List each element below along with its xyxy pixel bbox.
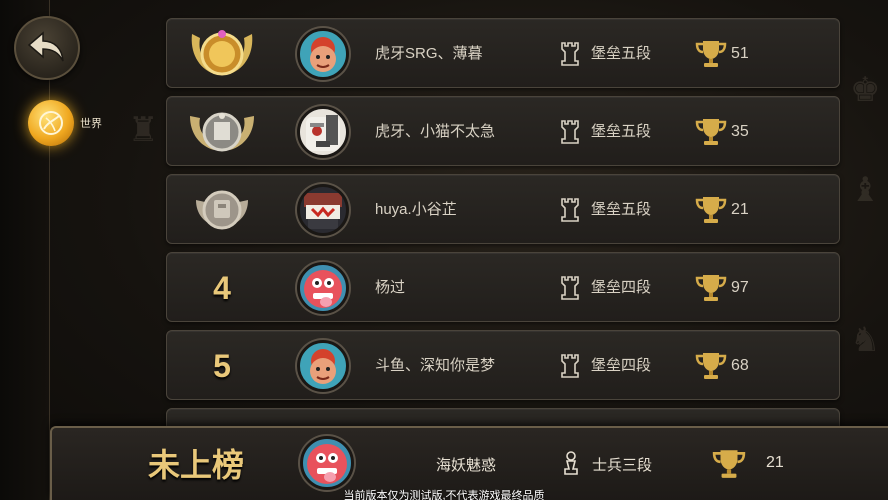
gold-winged-medal-icon: [191, 30, 253, 76]
rank-cell: 4: [167, 253, 277, 323]
rank-medal-gold: [167, 19, 277, 89]
test-version-notice: 当前版本仅为测试版,不代表游戏最终品质: [343, 490, 545, 500]
back-button[interactable]: [14, 16, 80, 80]
tab-world[interactable]: 世界: [28, 100, 102, 146]
trophy-count: 21: [731, 201, 749, 218]
rank-number: 4: [213, 269, 231, 306]
background-chess-icon: ♚: [850, 71, 881, 109]
player-name: 杨过: [375, 279, 406, 296]
bronze-medal-icon: [196, 190, 248, 230]
tab-world-label: 世界: [80, 118, 102, 130]
tier-label: 堡垒五段: [591, 123, 652, 140]
trophy-count: 51: [731, 45, 749, 62]
player-name: 虎牙、小猫不太急: [375, 123, 496, 140]
leaderboard-row[interactable]: 4 杨过 堡垒四段 97: [166, 252, 840, 322]
avatar: [297, 262, 349, 314]
rook-tier-icon: [561, 120, 579, 144]
tier-label: 堡垒四段: [591, 279, 652, 296]
avatar: [297, 28, 349, 80]
background-chess-icon: ♝: [850, 171, 881, 209]
my-avatar[interactable]: [300, 436, 354, 490]
silver-winged-medal-icon: [190, 112, 254, 152]
background-chess-icon: ♞: [850, 321, 881, 359]
rook-tier-icon: [561, 42, 579, 66]
leaderboard-row[interactable]: huya.小谷芷 堡垒五段 21: [166, 174, 840, 244]
leaderboard-row[interactable]: 5 斗鱼、深知你是梦 堡垒四段 68: [166, 330, 840, 400]
rook-tier-icon: [561, 354, 579, 378]
player-name: 虎牙SRG、薄暮: [375, 45, 483, 62]
trophy-icon: [695, 119, 727, 145]
trophy-count: 97: [731, 279, 749, 296]
globe-icon: [28, 100, 74, 146]
my-rank-label: 未上榜: [148, 447, 245, 483]
background-chess-icon: ♜: [128, 111, 159, 149]
my-name: 海妖魅惑: [436, 457, 497, 474]
tier-label: 堡垒五段: [591, 45, 652, 62]
trophy-icon: [695, 275, 727, 301]
trophy-icon: [695, 353, 727, 379]
trophy-icon: [712, 450, 746, 478]
trophy-count: 68: [731, 357, 749, 374]
avatar: [297, 184, 349, 236]
trophy-count: 35: [731, 123, 749, 140]
leaderboard-row[interactable]: 虎牙SRG、薄暮 堡垒五段 51: [166, 18, 840, 88]
avatar: [297, 106, 349, 158]
tier-label: 堡垒四段: [591, 357, 652, 374]
back-arrow-icon: [27, 31, 64, 62]
rook-tier-icon: [561, 276, 579, 300]
rank-cell: 5: [167, 331, 277, 401]
pawn-tier-icon: [564, 451, 578, 475]
rank-number: 5: [213, 347, 231, 384]
my-trophy-count: 21: [766, 454, 784, 471]
rank-medal-silver: [167, 97, 277, 167]
my-tier: 士兵三段: [592, 457, 653, 474]
rook-tier-icon: [561, 198, 579, 222]
avatar: [297, 340, 349, 392]
rank-medal-bronze: [167, 175, 277, 245]
player-name: huya.小谷芷: [375, 201, 457, 218]
tier-label: 堡垒五段: [591, 201, 652, 218]
trophy-icon: [695, 41, 727, 67]
player-name: 斗鱼、深知你是梦: [375, 357, 496, 374]
leaderboard-row[interactable]: 虎牙、小猫不太急 堡垒五段 35: [166, 96, 840, 166]
trophy-icon: [695, 197, 727, 223]
